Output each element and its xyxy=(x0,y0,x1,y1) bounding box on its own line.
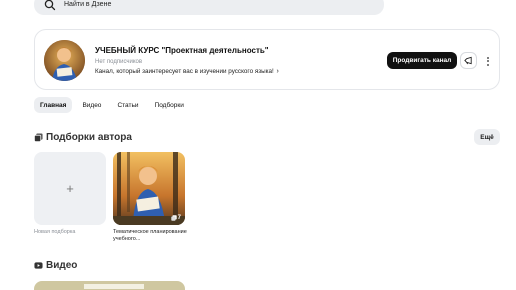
channel-title: УЧЕБНЫЙ КУРС "Проектная деятельность" xyxy=(95,46,269,55)
channel-card: УЧЕБНЫЙ КУРС "Проектная деятельность" Не… xyxy=(34,29,500,90)
search-placeholder: Найти в Дзене xyxy=(64,1,112,8)
collection-title: Тематическое планирование учебного... xyxy=(113,229,187,242)
collections-icon xyxy=(34,133,43,142)
video-thumbnail-banner xyxy=(84,284,144,289)
avatar[interactable] xyxy=(44,40,85,81)
collections-title-text: Подборки автора xyxy=(46,132,132,143)
video-thumbnail[interactable] xyxy=(34,281,185,290)
new-collection-tile[interactable]: + xyxy=(34,152,106,225)
more-vertical-icon[interactable] xyxy=(483,54,493,68)
subscriber-count: Нет подписчиков xyxy=(95,59,143,65)
megaphone-icon xyxy=(464,56,472,65)
new-collection-label: Новая подборка xyxy=(34,229,76,235)
collection-count-value: 7 xyxy=(177,215,181,221)
tab-articles[interactable]: Статьи xyxy=(111,97,144,113)
tab-collections[interactable]: Подборки xyxy=(149,97,190,113)
more-button[interactable]: Ещё xyxy=(474,129,500,145)
tab-video[interactable]: Видео xyxy=(76,97,107,113)
promote-channel-button[interactable]: Продвигать канал xyxy=(387,52,457,69)
channel-tabs: Главная Видео Статьи Подборки xyxy=(34,97,190,113)
video-icon xyxy=(34,262,43,269)
search-input[interactable]: Найти в Дзене xyxy=(34,0,384,15)
plus-icon: + xyxy=(66,181,74,196)
collection-card[interactable]: 7 xyxy=(113,152,185,225)
collection-count: 7 xyxy=(170,215,181,221)
edit-channel-button[interactable] xyxy=(460,52,477,69)
video-title-text: Видео xyxy=(46,260,78,271)
search-icon xyxy=(44,0,56,10)
video-section-title: Видео xyxy=(34,260,77,271)
channel-description[interactable]: Канал, который заинтересует вас в изучен… xyxy=(95,68,279,75)
chevron-right-icon: › xyxy=(276,68,279,75)
channel-description-text: Канал, который заинтересует вас в изучен… xyxy=(95,68,274,75)
collections-icon xyxy=(170,215,177,221)
tab-main[interactable]: Главная xyxy=(34,97,73,113)
collections-section-title: Подборки автора xyxy=(34,132,132,143)
